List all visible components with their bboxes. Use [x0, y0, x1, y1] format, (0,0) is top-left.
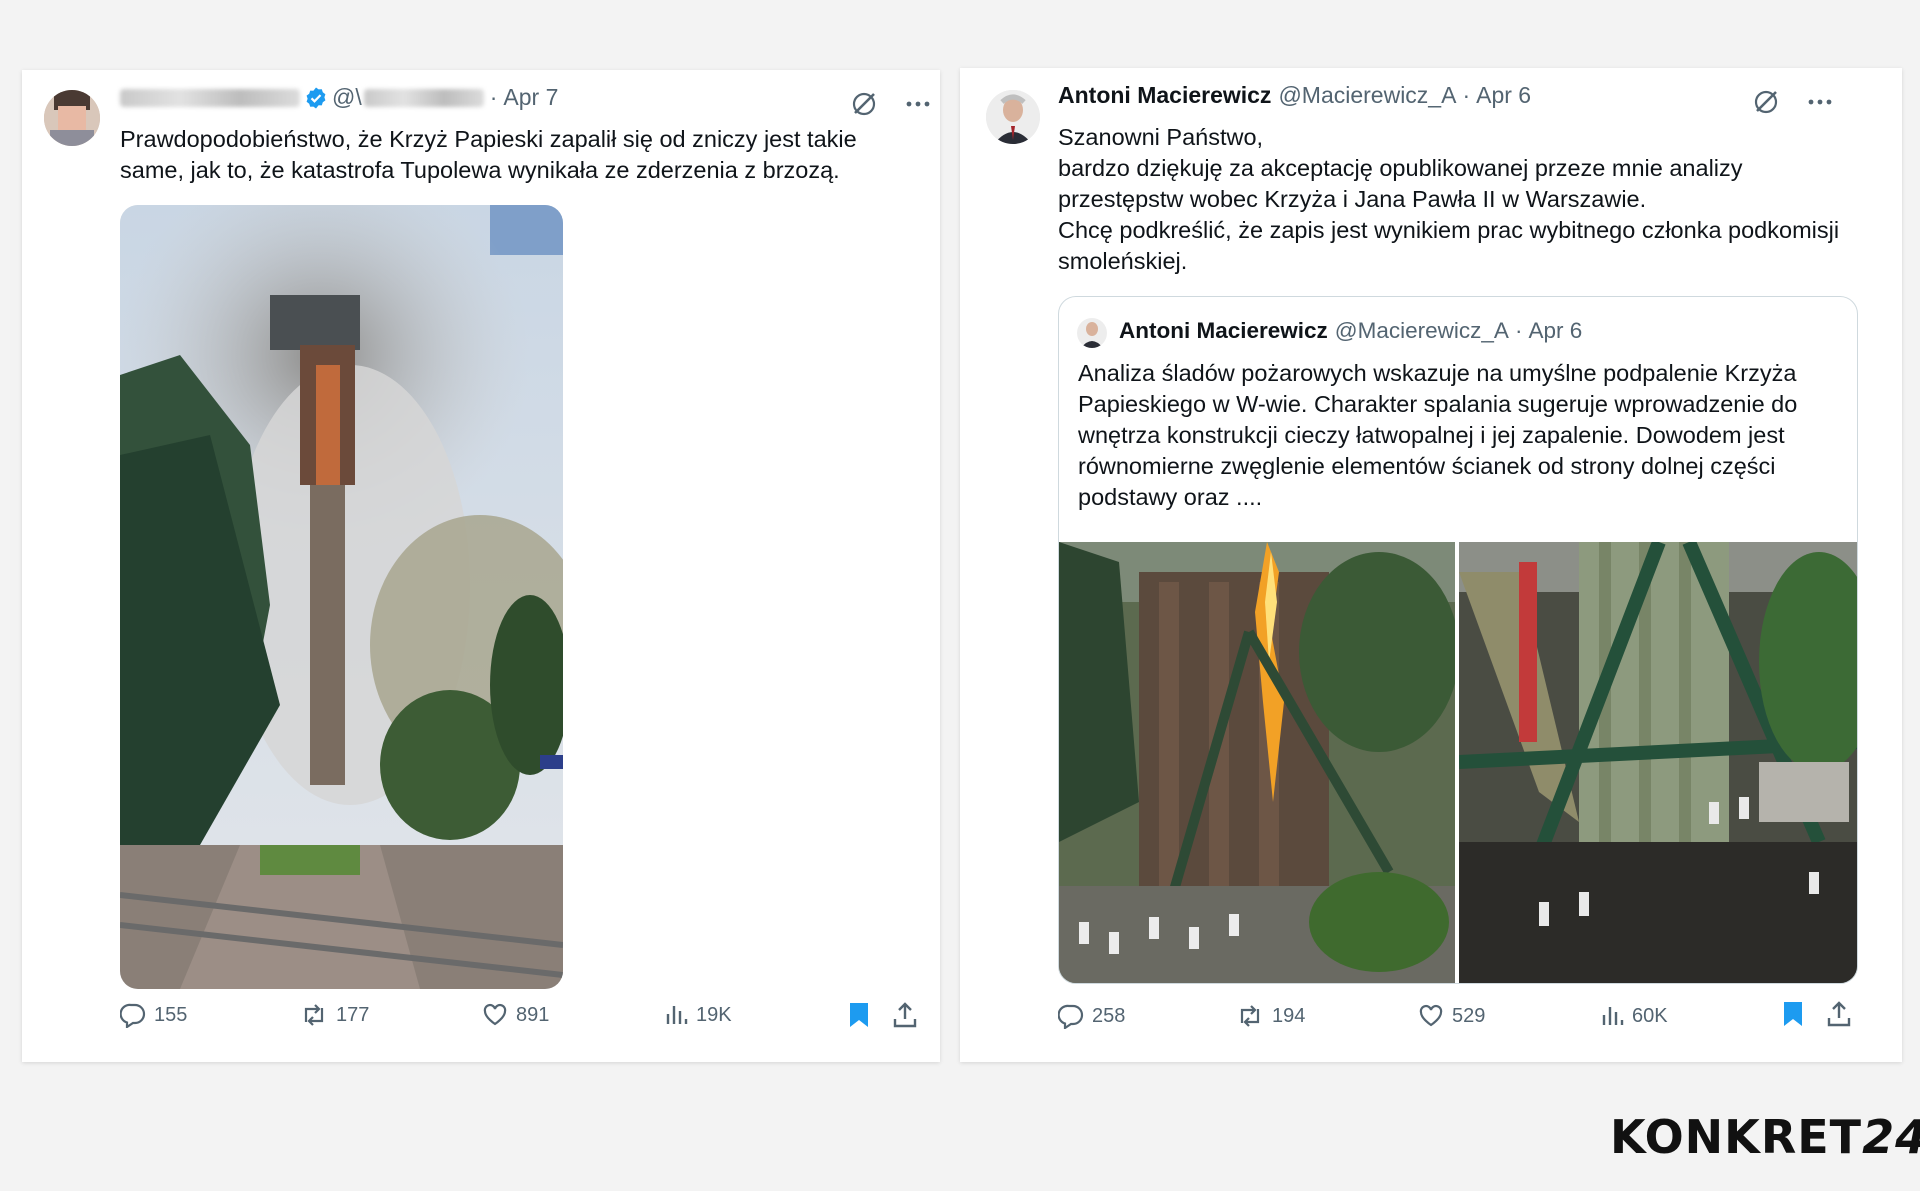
- views-button[interactable]: 19K: [664, 1002, 732, 1028]
- repost-count: 194: [1272, 1004, 1306, 1027]
- avatar[interactable]: [986, 90, 1040, 144]
- quote-image-1[interactable]: [1059, 542, 1455, 983]
- fire-photo: [120, 205, 563, 989]
- tweet-card-right[interactable]: Antoni Macierewicz @Macierewicz_A · Apr …: [960, 68, 1902, 1062]
- tweet-date[interactable]: Apr 7: [503, 84, 558, 111]
- verified-badge-icon: [306, 87, 326, 108]
- reply-count: 258: [1092, 1004, 1126, 1027]
- logo-text: KONKRET: [1610, 1110, 1863, 1164]
- reply-icon: [1058, 1004, 1084, 1029]
- author-name[interactable]: Antoni Macierewicz: [1058, 82, 1271, 109]
- reply-button[interactable]: 155: [120, 1002, 187, 1028]
- views-button[interactable]: 60K: [1600, 1003, 1668, 1029]
- konkret24-logo: KONKRET 24: [1610, 1110, 1920, 1164]
- share-icon[interactable]: [1826, 1000, 1852, 1028]
- reply-icon: [120, 1003, 146, 1028]
- logo-number: 24: [1862, 1110, 1920, 1164]
- reply-button[interactable]: 258: [1058, 1003, 1125, 1029]
- quote-author-name[interactable]: Antoni Macierewicz: [1119, 318, 1328, 344]
- blurred-handle: [363, 88, 484, 107]
- bookmark-icon[interactable]: [848, 1001, 870, 1029]
- grok-icon[interactable]: [1752, 88, 1780, 116]
- quote-text: Analiza śladów pożarowych wskazuje na um…: [1078, 360, 1798, 510]
- tweet-video-media[interactable]: [120, 205, 563, 989]
- separator: ·: [1514, 318, 1523, 343]
- views-count: 19K: [696, 1003, 732, 1026]
- handle[interactable]: @Macierewicz_A: [1278, 82, 1456, 109]
- burning-cross-photo: [1059, 542, 1455, 983]
- tweet-text: Szanowni Państwo, bardzo dziękuję za akc…: [1058, 124, 1840, 274]
- quote-handle[interactable]: @Macierewicz_A: [1335, 318, 1509, 344]
- separator: ·: [1462, 82, 1471, 108]
- views-icon: [666, 1006, 688, 1024]
- separator: ·: [489, 84, 498, 110]
- share-icon[interactable]: [892, 1001, 918, 1029]
- like-button[interactable]: 529: [1418, 1003, 1485, 1029]
- handle[interactable]: @\: [332, 84, 362, 111]
- tweet-text: Prawdopodobieństwo, że Krzyż Papieski za…: [120, 126, 857, 183]
- tweet-date[interactable]: Apr 6: [1476, 82, 1531, 109]
- tweet-card-left[interactable]: @\ · Apr 7 Prawdopodobieństwo, że Krzyż …: [22, 70, 940, 1062]
- quoted-tweet[interactable]: Antoni Macierewicz @Macierewicz_A · Apr …: [1058, 296, 1858, 984]
- repost-icon: [304, 1004, 324, 1026]
- repost-button[interactable]: 194: [1236, 1003, 1305, 1029]
- burnt-cross-photo: [1459, 542, 1857, 983]
- quote-date[interactable]: Apr 6: [1528, 318, 1582, 344]
- more-icon[interactable]: [904, 90, 932, 118]
- like-count: 529: [1452, 1004, 1486, 1027]
- quote-image-2[interactable]: [1459, 542, 1857, 983]
- blurred-name: [120, 88, 300, 107]
- like-icon: [483, 1003, 507, 1026]
- repost-icon: [1240, 1005, 1260, 1027]
- reply-count: 155: [154, 1003, 188, 1026]
- bookmark-icon[interactable]: [1782, 1000, 1804, 1028]
- repost-button[interactable]: 177: [300, 1002, 369, 1028]
- more-icon[interactable]: [1806, 88, 1834, 116]
- avatar-image: [44, 90, 100, 146]
- views-icon: [1602, 1007, 1624, 1025]
- grok-icon[interactable]: [850, 90, 878, 118]
- avatar-blurred[interactable]: [44, 90, 100, 146]
- repost-count: 177: [336, 1003, 370, 1026]
- like-count: 891: [516, 1003, 550, 1026]
- avatar-image: [1077, 318, 1107, 348]
- like-icon: [1419, 1004, 1443, 1027]
- avatar-image: [986, 90, 1040, 144]
- quote-avatar[interactable]: [1077, 318, 1107, 348]
- like-button[interactable]: 891: [482, 1002, 549, 1028]
- views-count: 60K: [1632, 1004, 1668, 1027]
